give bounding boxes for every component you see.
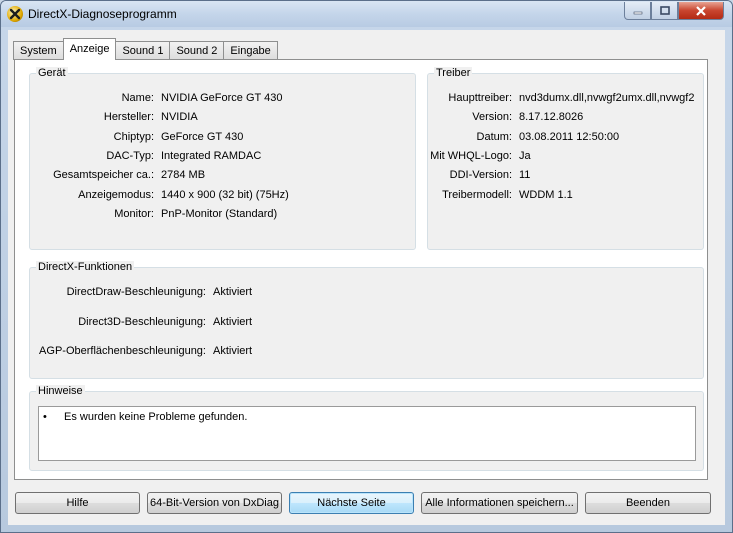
field-label: Chiptyp:	[113, 131, 154, 143]
device-group: Gerät Name: NVIDIA GeForce GT 430 Herste…	[29, 67, 416, 250]
device-row-displaymode: Anzeigemodus: 1440 x 900 (32 bit) (75Hz)	[30, 189, 415, 203]
notes-box[interactable]: • Es wurden keine Probleme gefunden.	[38, 406, 696, 461]
driver-group-title: Treiber	[434, 67, 473, 79]
device-row-dactype: DAC-Typ: Integrated RAMDAC	[30, 150, 415, 164]
minimize-icon	[633, 11, 642, 14]
client-area: System Anzeige Sound 1 Sound 2 Eingabe G…	[8, 30, 725, 525]
field-value: 2784 MB	[161, 169, 206, 181]
field-label: Direct3D-Beschleunigung:	[78, 316, 206, 328]
field-label: Treibermodell:	[442, 189, 512, 201]
field-value: Aktiviert	[213, 316, 253, 328]
directx-icon	[7, 6, 23, 22]
driver-row-ddi: DDI-Version: 11	[428, 169, 703, 183]
device-row-monitor: Monitor: PnP-Monitor (Standard)	[30, 208, 415, 222]
device-row-manufacturer: Hersteller: NVIDIA	[30, 111, 415, 125]
directx-row-directdraw: DirectDraw-Beschleunigung: Aktiviert	[30, 286, 703, 300]
field-value: 03.08.2011 12:50:00	[519, 131, 620, 143]
field-value: nvd3dumx.dll,nvwgf2umx.dll,nvwgf2	[519, 92, 695, 104]
maximize-icon	[659, 6, 670, 15]
close-icon	[696, 5, 706, 16]
driver-row-whql: Mit WHQL-Logo: Ja	[428, 150, 703, 164]
field-label: Mit WHQL-Logo:	[430, 150, 512, 162]
field-value: GeForce GT 430	[161, 131, 244, 143]
field-label: AGP-Oberflächenbeschleunigung:	[39, 345, 206, 357]
tab-panel: Gerät Name: NVIDIA GeForce GT 430 Herste…	[14, 59, 708, 480]
field-value: 8.17.12.8026	[519, 111, 584, 123]
field-label: Haupttreiber:	[448, 92, 512, 104]
field-label: Gesamtspeicher ca.:	[53, 169, 154, 181]
driver-group: Treiber Haupttreiber: nvd3dumx.dll,nvwgf…	[427, 67, 704, 250]
field-label: Version:	[472, 111, 512, 123]
exit-button[interactable]: Beenden	[585, 492, 711, 514]
note-item: Es wurden keine Probleme gefunden.	[64, 411, 248, 423]
64bit-dxdiag-button[interactable]: 64-Bit-Version von DxDiag	[147, 492, 282, 514]
minimize-button[interactable]	[624, 2, 651, 20]
directx-features-group: DirectX-Funktionen DirectDraw-Beschleuni…	[29, 261, 704, 379]
tab-sound-1[interactable]: Sound 1	[115, 41, 171, 60]
notes-group-title: Hinweise	[36, 385, 85, 397]
tab-sound-2[interactable]: Sound 2	[169, 41, 225, 60]
driver-row-main: Haupttreiber: nvd3dumx.dll,nvwgf2umx.dll…	[428, 92, 703, 106]
maximize-button[interactable]	[651, 2, 678, 20]
field-label: DirectDraw-Beschleunigung:	[66, 286, 206, 298]
field-label: Name:	[121, 92, 154, 104]
tab-system[interactable]: System	[13, 41, 64, 60]
device-row-chiptype: Chiptyp: GeForce GT 430	[30, 131, 415, 145]
directx-group-title: DirectX-Funktionen	[36, 261, 135, 273]
field-label: Anzeigemodus:	[78, 189, 154, 201]
directx-row-agp: AGP-Oberflächenbeschleunigung: Aktiviert	[30, 345, 703, 359]
field-value: NVIDIA GeForce GT 430	[161, 92, 283, 104]
field-value: NVIDIA	[161, 111, 198, 123]
device-row-memory: Gesamtspeicher ca.: 2784 MB	[30, 169, 415, 183]
field-value: Aktiviert	[213, 345, 253, 357]
field-label: Datum:	[476, 131, 512, 143]
help-button[interactable]: Hilfe	[15, 492, 140, 514]
field-value: Integrated RAMDAC	[161, 150, 262, 162]
driver-row-model: Treibermodell: WDDM 1.1	[428, 189, 703, 203]
field-value: PnP-Monitor (Standard)	[161, 208, 278, 220]
device-group-title: Gerät	[36, 67, 68, 79]
tab-strip: System Anzeige Sound 1 Sound 2 Eingabe	[13, 38, 278, 60]
tab-anzeige[interactable]: Anzeige	[62, 38, 117, 60]
tab-eingabe[interactable]: Eingabe	[223, 41, 278, 60]
field-value: 1440 x 900 (32 bit) (75Hz)	[161, 189, 289, 201]
field-label: Hersteller:	[103, 111, 154, 123]
driver-row-date: Datum: 03.08.2011 12:50:00	[428, 131, 703, 145]
field-value: Ja	[519, 150, 531, 162]
directx-row-direct3d: Direct3D-Beschleunigung: Aktiviert	[30, 316, 703, 330]
save-all-info-button[interactable]: Alle Informationen speichern...	[421, 492, 578, 514]
field-value: Aktiviert	[213, 286, 253, 298]
field-label: DDI-Version:	[449, 169, 512, 181]
window-title: DirectX-Diagnoseprogramm	[28, 7, 177, 21]
field-value: WDDM 1.1	[519, 189, 573, 201]
app-window: DirectX-Diagnoseprogramm System Anzeige …	[0, 0, 733, 533]
button-bar: Hilfe 64-Bit-Version von DxDiag Nächste …	[8, 492, 725, 518]
device-row-name: Name: NVIDIA GeForce GT 430	[30, 92, 415, 106]
field-value: 11	[519, 169, 531, 181]
field-label: DAC-Typ:	[106, 150, 154, 162]
title-bar[interactable]: DirectX-Diagnoseprogramm	[1, 1, 732, 27]
next-page-button[interactable]: Nächste Seite	[289, 492, 414, 514]
close-button[interactable]	[678, 2, 724, 20]
notes-group: Hinweise • Es wurden keine Probleme gefu…	[29, 385, 704, 471]
bullet: •	[43, 411, 47, 423]
driver-row-version: Version: 8.17.12.8026	[428, 111, 703, 125]
field-label: Monitor:	[114, 208, 154, 220]
